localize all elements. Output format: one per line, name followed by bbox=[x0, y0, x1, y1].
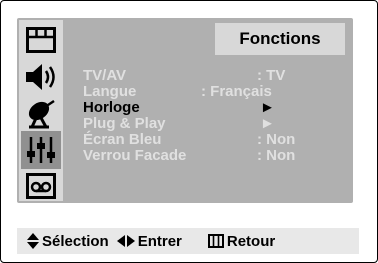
tape-icon[interactable] bbox=[24, 170, 58, 202]
menu-item-label: Verrou Facade bbox=[83, 147, 187, 164]
guide-select: Sélection bbox=[27, 233, 109, 250]
menu-item-label: Écran Bleu bbox=[83, 131, 162, 148]
left-right-arrows-icon bbox=[116, 235, 135, 247]
guide-select-label: Sélection bbox=[42, 232, 109, 250]
menu-item-value: : TV bbox=[257, 67, 286, 84]
guide-back-label: Retour bbox=[226, 232, 276, 250]
menu-icon-rail bbox=[19, 20, 63, 201]
picture-icon[interactable] bbox=[24, 24, 58, 56]
menu-grid-icon bbox=[207, 234, 224, 248]
sound-icon[interactable] bbox=[24, 61, 58, 93]
menu-item-value: : Non bbox=[257, 147, 296, 164]
menu-item-label: Horloge bbox=[83, 99, 140, 116]
menu-item-value: : Non bbox=[257, 131, 296, 148]
submenu-arrow-icon: ► bbox=[260, 115, 275, 132]
menu-item-label: TV/AV bbox=[83, 67, 127, 84]
submenu-arrow-icon: ► bbox=[260, 99, 275, 116]
menu-panel: Fonctions TV/AV : TV Langue : Français H… bbox=[17, 18, 353, 203]
up-down-arrows-icon bbox=[27, 233, 39, 249]
tv-osd-screen: Fonctions TV/AV : TV Langue : Français H… bbox=[0, 0, 378, 263]
guide-back: Retour bbox=[207, 232, 276, 250]
menu-item-value: : Français bbox=[201, 83, 272, 100]
menu-item-label: Plug & Play bbox=[83, 115, 166, 132]
function-sliders-icon[interactable] bbox=[21, 131, 61, 169]
menu-title: Fonctions bbox=[215, 23, 345, 55]
button-guide: Sélection Entrer Retour bbox=[17, 228, 359, 254]
channel-antenna-icon[interactable] bbox=[24, 97, 58, 129]
guide-enter: Entrer bbox=[116, 232, 182, 250]
guide-enter-label: Entrer bbox=[137, 232, 182, 250]
menu-item-label: Langue bbox=[83, 83, 137, 100]
